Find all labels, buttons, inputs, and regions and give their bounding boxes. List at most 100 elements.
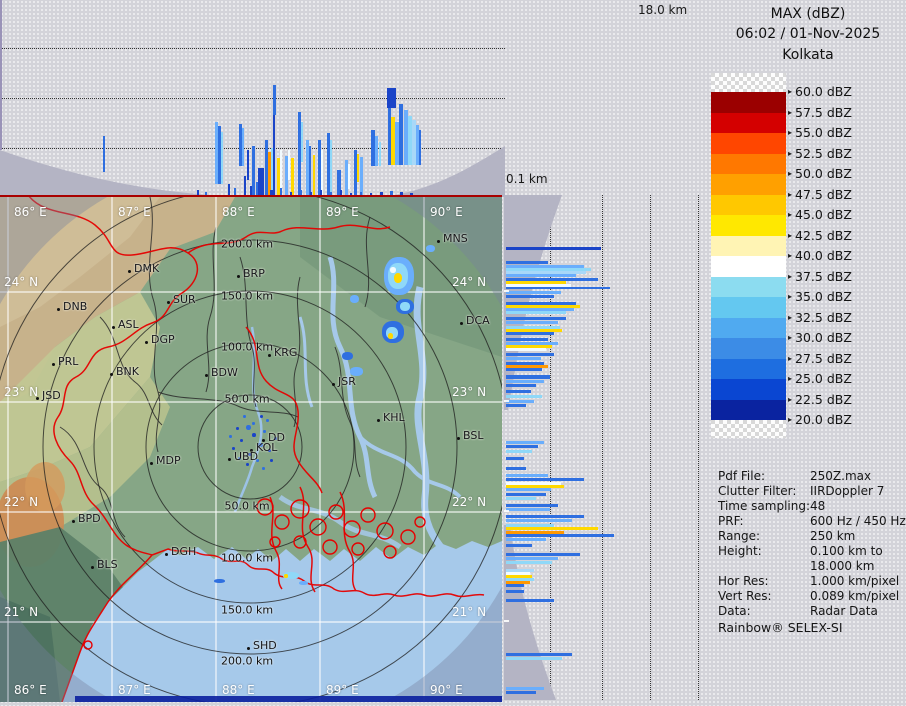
lon-label: 86° E [14, 205, 47, 219]
legend-tick-arrow: ▸ [788, 251, 793, 260]
right-height-profile-panel [504, 195, 710, 700]
echo-bar [387, 88, 396, 108]
legend-label: ▸ 22.5 dBZ [788, 392, 852, 407]
station-label: BPD [78, 512, 101, 525]
station-marker [437, 240, 440, 243]
range-ring-label: 50.0 km [224, 499, 270, 513]
lat-gridline-tick [504, 620, 509, 622]
legend-tick-arrow: ▸ [788, 230, 793, 240]
range-ring-label: 150.0 km [220, 603, 274, 617]
metadata-value: 0.100 km to [810, 544, 883, 558]
radar-map-panel: 86° E 86° E 87° E 87° E 88° E 88° E 89° E 89° E… [0, 159, 539, 706]
station-marker [377, 419, 380, 422]
legend-label: ▸ 35.0 dBZ [788, 289, 852, 304]
legend-tick-arrow: ▸ [788, 292, 793, 301]
legend-label-text: 40.0 dBZ [795, 248, 852, 263]
legend-tick-arrow: ▸ [788, 374, 793, 383]
legend-label: ▸ 50.0 dBZ [788, 166, 852, 181]
legend-checker-bottom [711, 420, 786, 438]
product-title: MAX (dBZ) [770, 6, 846, 22]
lat-label: 22° N [452, 495, 487, 509]
metadata-value: 250 km [810, 529, 856, 543]
echo-bar [348, 164, 350, 189]
legend-label: ▸ 57.5 dBZ [788, 105, 852, 120]
station-marker [36, 397, 39, 400]
legend-label: ▸ 55.0 dBZ [788, 125, 852, 140]
radar-app-screen: { "header": { "product": "MAX (dBZ)", "d… [0, 0, 906, 706]
range-ring-label: 200.0 km [220, 237, 274, 251]
station-label: ASL [118, 318, 139, 331]
legend-label-text: 47.5 dBZ [795, 186, 852, 202]
legend-band [711, 338, 786, 359]
legend-label-text: 35.0 dBZ [795, 289, 852, 304]
range-ring-label: 50.0 km [224, 392, 270, 406]
radar-station-name: Kolkata [782, 47, 834, 63]
echo-bar [288, 150, 290, 180]
legend-label: ▸ 37.5 dBZ [788, 269, 852, 284]
lat-label: 22° N [4, 495, 39, 509]
legend-tick-arrow: ▸ [788, 271, 793, 281]
station-label: MNS [443, 232, 468, 245]
legend-band [711, 276, 786, 297]
legend-band [711, 112, 786, 133]
lat-gridline-tick [504, 290, 509, 292]
legend-tick-arrow: ▸ [788, 128, 793, 137]
lon-label: 88° E [222, 683, 255, 697]
echo-bar [399, 104, 403, 165]
legend-band [711, 215, 786, 236]
legend-tick-arrow: ▸ [788, 189, 793, 199]
station-marker [145, 341, 148, 344]
legend-tick-arrow: ▸ [788, 210, 793, 219]
legend-label-text: 42.5 dBZ [795, 227, 852, 243]
range-ring-label: 100.0 km [220, 551, 274, 565]
legend-tick-arrow: ▸ [788, 87, 793, 96]
legend-label: ▸ 27.5 dBZ [788, 351, 852, 366]
station-label: KOL [256, 441, 278, 454]
lon-label: 88° E [222, 205, 255, 219]
station-label: KHL [383, 411, 405, 424]
station-label: BLS [97, 558, 118, 571]
station-label: UBD [234, 450, 259, 463]
station-marker [457, 437, 460, 440]
legend-tick-arrow: ▸ [788, 169, 793, 178]
station-label: KRG [274, 346, 298, 359]
lat-label: 21° N [452, 605, 487, 619]
legend-label-text: 27.5 dBZ [795, 350, 852, 366]
metadata-row: Clutter Filter: IIRDoppler 7 [718, 484, 906, 499]
station-label: SHD [253, 639, 277, 652]
metadata-row: Time sampling: 48 [718, 499, 906, 514]
station-marker [110, 373, 113, 376]
lat-label: 24° N [4, 275, 39, 289]
legend-tick-arrow: ▸ [788, 312, 793, 322]
range-ring-label: 150.0 km [220, 289, 274, 303]
legend-tick-arrow: ▸ [788, 415, 793, 424]
station-marker [167, 301, 170, 304]
legend-band [711, 92, 786, 113]
echo-bar [103, 136, 105, 172]
height-axis-max-label: 18.0 km [638, 3, 688, 17]
metadata-value: 250Z.max [810, 469, 872, 483]
lat-label: 23° N [452, 385, 487, 399]
legend-label-text: 25.0 dBZ [795, 371, 852, 386]
metadata-row: Vert Res: 0.089 km/pixel [718, 589, 906, 604]
station-marker [205, 374, 208, 377]
legend-tick-arrow: ▸ [788, 148, 793, 158]
lon-label: 90° E [430, 683, 463, 697]
legend-tick-arrow: ▸ [788, 353, 793, 363]
lat-gridline-tick [504, 510, 509, 512]
station-label: PRL [58, 355, 79, 368]
station-marker [91, 566, 94, 569]
station-label: JSR [338, 375, 356, 388]
legend-band [711, 194, 786, 215]
legend-label: ▸ 42.5 dBZ [788, 228, 852, 243]
metadata-row: Range: 250 km [718, 529, 906, 544]
echo-bar [360, 157, 363, 197]
station-label: MDP [156, 454, 181, 467]
lat-label: 21° N [4, 605, 39, 619]
lat-gridline-tick [504, 400, 509, 402]
software-brand: Rainbow® SELEX-SI [718, 620, 843, 635]
legend-label: ▸ 60.0 dBZ [788, 84, 852, 99]
station-label: DGH [171, 545, 197, 558]
station-label: BSL [463, 429, 484, 442]
echo-bar [252, 146, 255, 196]
